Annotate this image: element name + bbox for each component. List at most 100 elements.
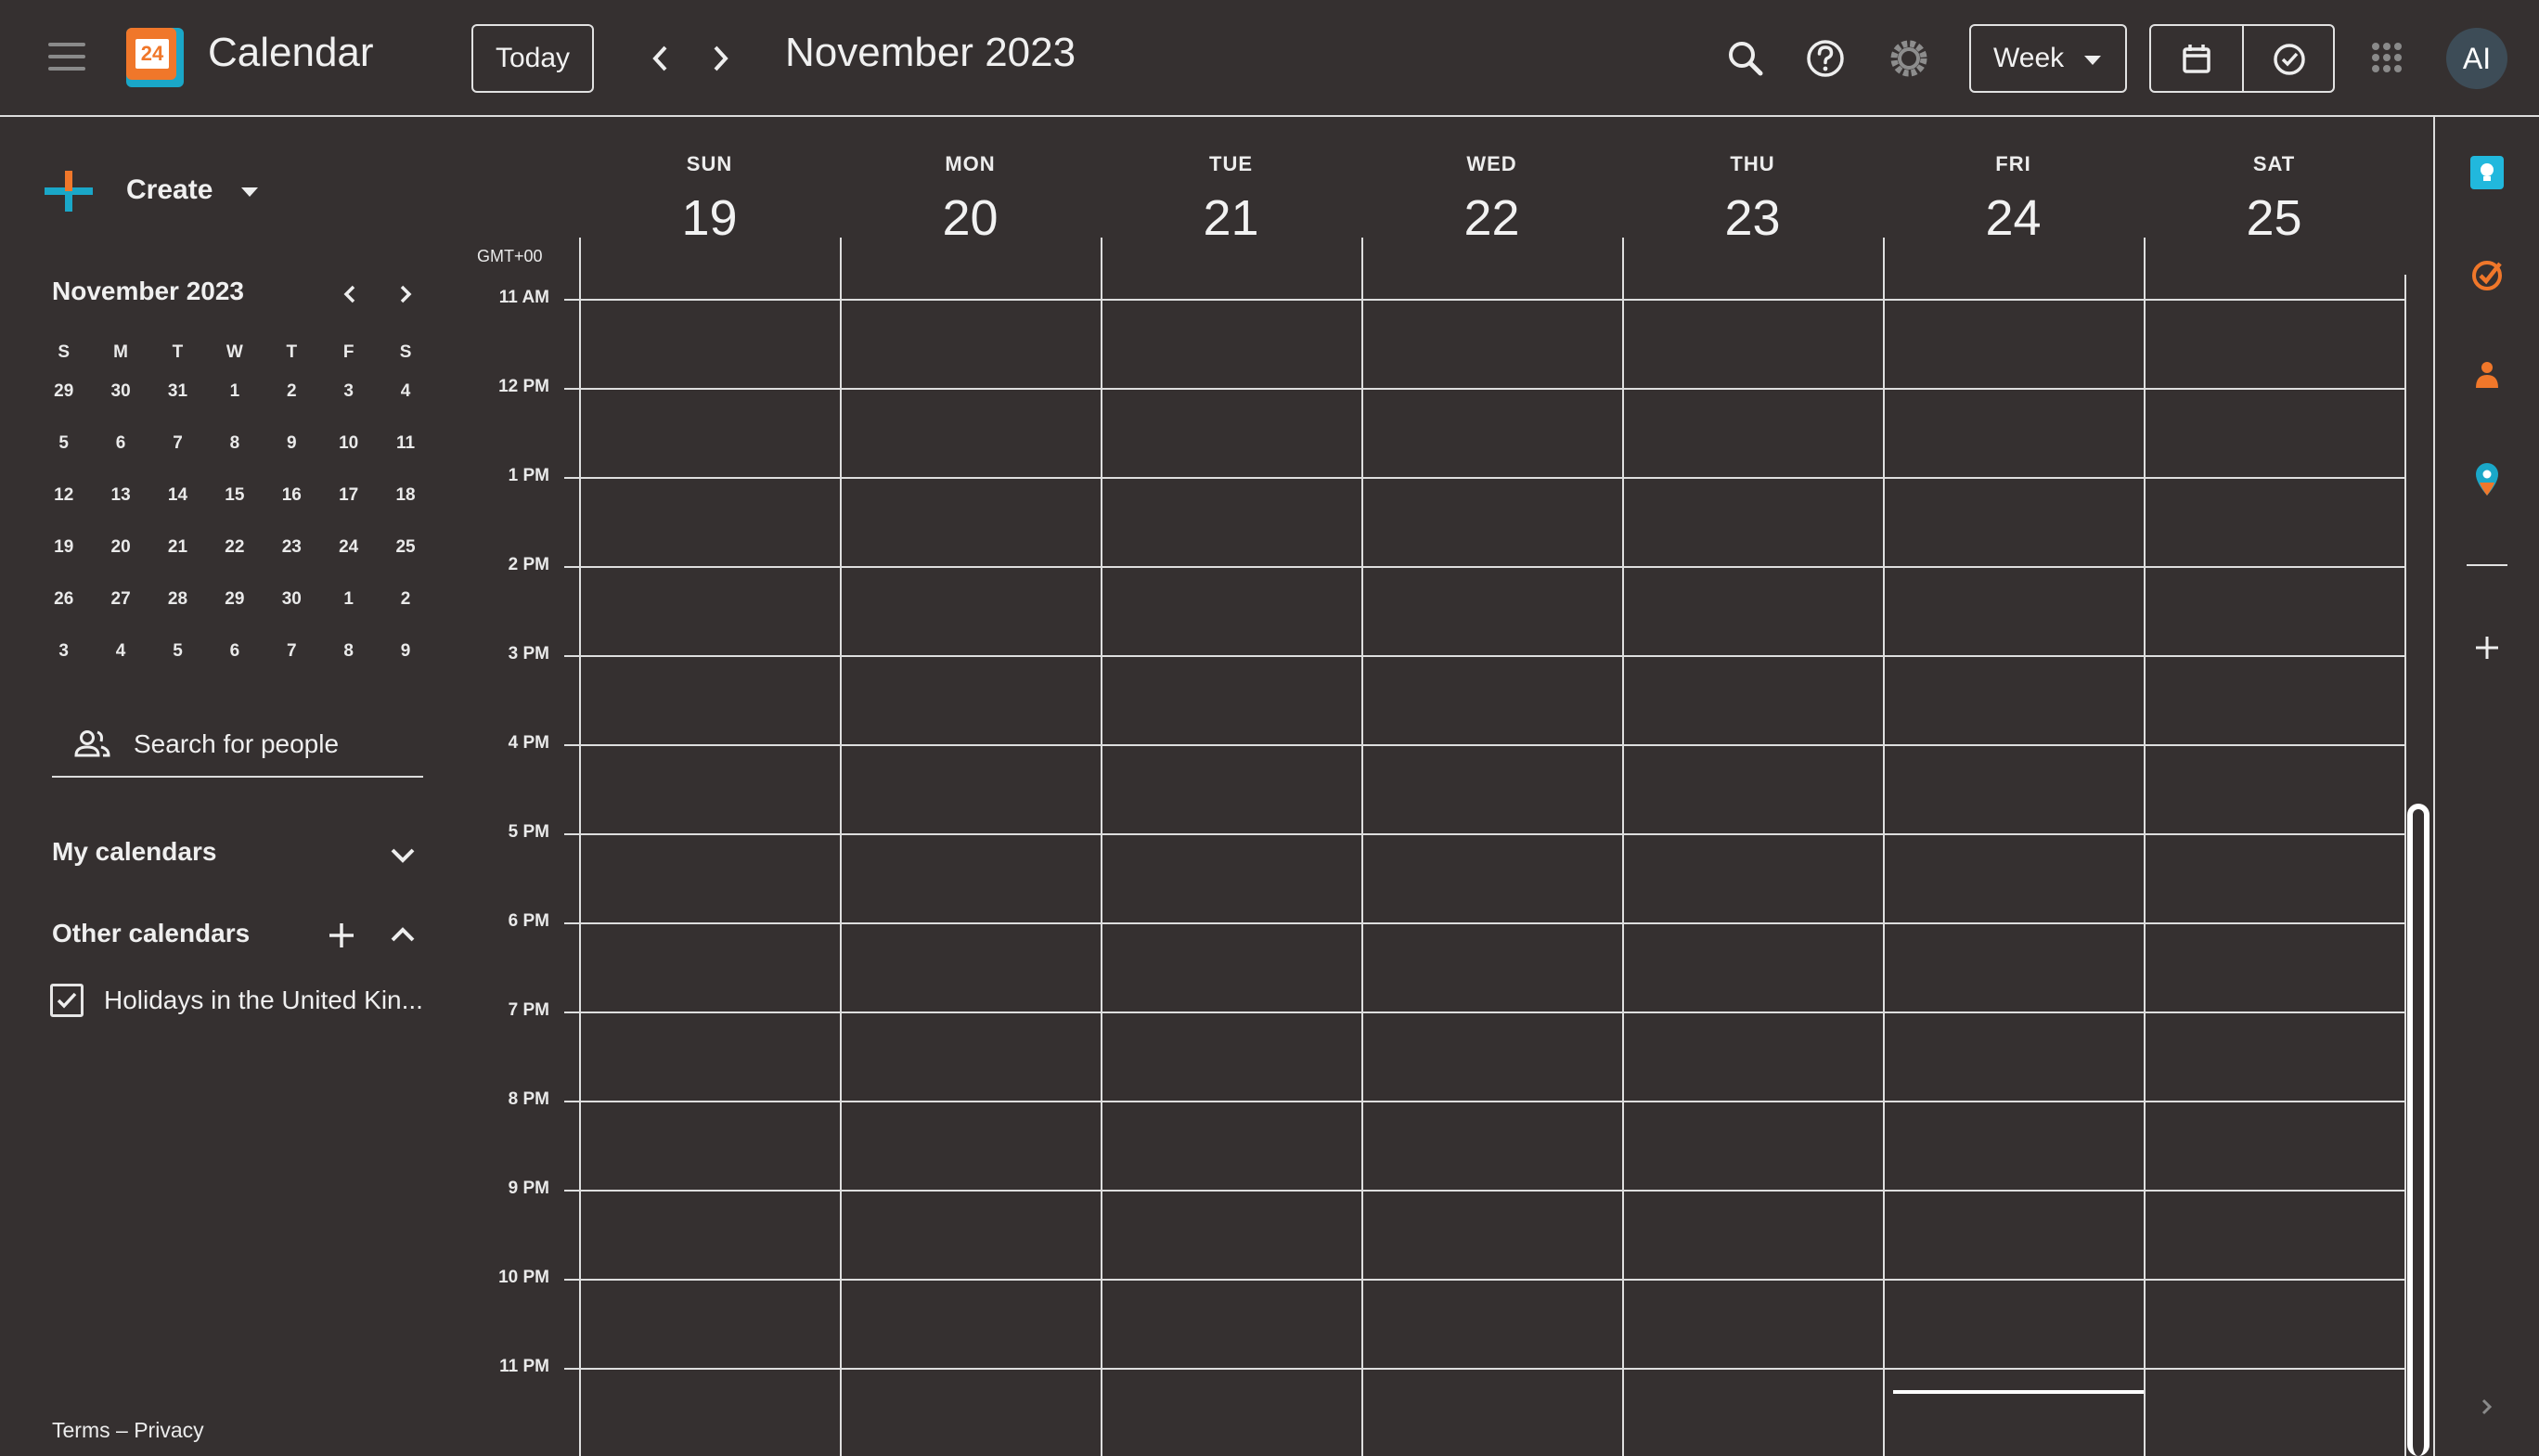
keep-icon[interactable] — [2468, 154, 2506, 191]
day-column-header[interactable]: MON 20 — [840, 117, 1101, 247]
day-column-header[interactable]: FRI 24 — [1883, 117, 2144, 247]
mini-calendar-day[interactable]: 18 — [377, 477, 433, 529]
mini-calendar-day[interactable]: 19 — [35, 529, 92, 581]
expand-icon[interactable] — [2468, 1388, 2506, 1425]
next-week-button[interactable] — [702, 35, 739, 82]
main-menu-icon[interactable] — [48, 43, 85, 71]
holidays-calendar-checkbox[interactable] — [50, 984, 84, 1017]
mini-calendar-day[interactable]: 6 — [92, 425, 148, 477]
mini-calendar-day[interactable]: 8 — [320, 633, 377, 685]
other-calendars-toggle[interactable] — [384, 919, 421, 950]
view-selector[interactable]: Week — [1969, 24, 2127, 93]
mini-calendar-day[interactable]: 1 — [320, 581, 377, 633]
mini-calendar-day[interactable]: 14 — [149, 477, 206, 529]
add-icon[interactable] — [2468, 629, 2506, 666]
mini-calendar-day[interactable]: 5 — [149, 633, 206, 685]
mini-calendar-day[interactable]: 28 — [149, 581, 206, 633]
mini-calendar-day[interactable]: 16 — [264, 477, 320, 529]
mini-calendar-day[interactable]: 7 — [264, 633, 320, 685]
mini-calendar-day[interactable]: 23 — [264, 529, 320, 581]
mini-calendar-day[interactable]: 3 — [35, 633, 92, 685]
mini-calendar-day[interactable]: 22 — [206, 529, 263, 581]
mini-calendar-day[interactable]: 13 — [92, 477, 148, 529]
other-calendars-heading[interactable]: Other calendars — [52, 919, 250, 948]
privacy-link[interactable]: Privacy — [134, 1418, 203, 1442]
mini-calendar-day[interactable]: 9 — [264, 425, 320, 477]
mini-calendar-day[interactable]: 27 — [92, 581, 148, 633]
day-number[interactable]: 21 — [1101, 189, 1361, 247]
search-people-field[interactable]: Search for people — [52, 715, 423, 778]
tasks-icon[interactable] — [2468, 256, 2506, 293]
mini-calendar-day[interactable]: 4 — [92, 633, 148, 685]
mini-calendar-day[interactable]: 20 — [92, 529, 148, 581]
mini-calendar-weekday: T — [172, 342, 184, 362]
mini-calendar-day[interactable]: 4 — [377, 373, 433, 425]
day-number[interactable]: 25 — [2144, 189, 2404, 247]
gear-icon — [1890, 40, 1927, 77]
mini-calendar-day[interactable]: 24 — [320, 529, 377, 581]
mini-calendar-day[interactable]: 8 — [206, 425, 263, 477]
maps-icon[interactable] — [2468, 460, 2506, 497]
mini-calendar-day[interactable]: 29 — [35, 373, 92, 425]
day-number[interactable]: 20 — [840, 189, 1101, 247]
day-column-header[interactable]: SAT 25 — [2144, 117, 2404, 247]
help-button[interactable] — [1798, 32, 1852, 85]
calendar-logo-icon[interactable]: 24 — [126, 28, 184, 87]
mini-calendar-day[interactable]: 2 — [377, 581, 433, 633]
mini-calendar-weekday: W — [226, 342, 243, 362]
mini-calendar-day[interactable]: 1 — [206, 373, 263, 425]
mini-calendar-day[interactable]: 31 — [149, 373, 206, 425]
day-number[interactable]: 23 — [1622, 189, 1883, 247]
day-number[interactable]: 22 — [1361, 189, 1622, 247]
mini-calendar-day[interactable]: 15 — [206, 477, 263, 529]
add-other-calendar-button[interactable] — [323, 917, 360, 954]
mini-calendar-day[interactable]: 3 — [320, 373, 377, 425]
search-button[interactable] — [1719, 32, 1772, 85]
my-calendars-toggle[interactable] — [384, 839, 421, 870]
chevron-right-icon — [400, 285, 412, 303]
mini-calendar-day[interactable]: 2 — [264, 373, 320, 425]
chevron-right-icon — [714, 45, 728, 71]
mini-calendar-day[interactable]: 30 — [264, 581, 320, 633]
day-column-header[interactable]: TUE 21 — [1101, 117, 1361, 247]
contacts-icon[interactable] — [2468, 356, 2506, 393]
mini-calendar-day[interactable]: 5 — [35, 425, 92, 477]
mini-calendar-day[interactable]: 7 — [149, 425, 206, 477]
my-calendars-heading[interactable]: My calendars — [52, 837, 216, 867]
mini-calendar-prev-button[interactable] — [336, 278, 364, 310]
grid-scrollbar[interactable] — [2407, 804, 2429, 1456]
mini-calendar-next-button[interactable] — [392, 278, 419, 310]
hour-label: 2 PM — [508, 555, 549, 574]
mini-calendar-day[interactable]: 11 — [377, 425, 433, 477]
day-column-header[interactable]: WED 22 — [1361, 117, 1622, 247]
settings-button[interactable] — [1882, 32, 1936, 85]
mini-calendar-day[interactable]: 12 — [35, 477, 92, 529]
day-column-header[interactable]: THU 23 — [1622, 117, 1883, 247]
mini-calendar-day[interactable]: 25 — [377, 529, 433, 581]
mini-calendar-day[interactable]: 29 — [206, 581, 263, 633]
apps-grid-icon[interactable] — [2368, 39, 2405, 76]
create-button[interactable]: Create — [37, 163, 278, 219]
today-button[interactable]: Today — [471, 24, 594, 93]
timezone-label: GMT+00 — [477, 247, 543, 265]
day-column-header[interactable]: SUN 19 — [579, 117, 840, 247]
mini-calendar-day[interactable]: 26 — [35, 581, 92, 633]
mini-calendar-day[interactable]: 6 — [206, 633, 263, 685]
selected-time-slot[interactable] — [1893, 1390, 2144, 1394]
mini-calendar-day[interactable]: 10 — [320, 425, 377, 477]
app-title[interactable]: Calendar — [208, 30, 374, 76]
hour-gridline — [564, 388, 2405, 390]
calendar-view-button[interactable] — [2170, 32, 2223, 86]
tasks-view-button[interactable] — [2262, 32, 2316, 86]
mini-calendar-day[interactable]: 30 — [92, 373, 148, 425]
mini-calendar-day[interactable]: 21 — [149, 529, 206, 581]
holidays-calendar-label[interactable]: Holidays in the United Kin... — [104, 986, 423, 1015]
previous-week-button[interactable] — [642, 35, 679, 82]
day-number[interactable]: 19 — [579, 189, 840, 247]
mini-calendar-day[interactable]: 17 — [320, 477, 377, 529]
hour-gridline — [564, 477, 2405, 479]
day-number[interactable]: 24 — [1883, 189, 2144, 247]
account-avatar[interactable]: AI — [2446, 28, 2507, 89]
terms-link[interactable]: Terms — [52, 1418, 110, 1442]
mini-calendar-day[interactable]: 9 — [377, 633, 433, 685]
